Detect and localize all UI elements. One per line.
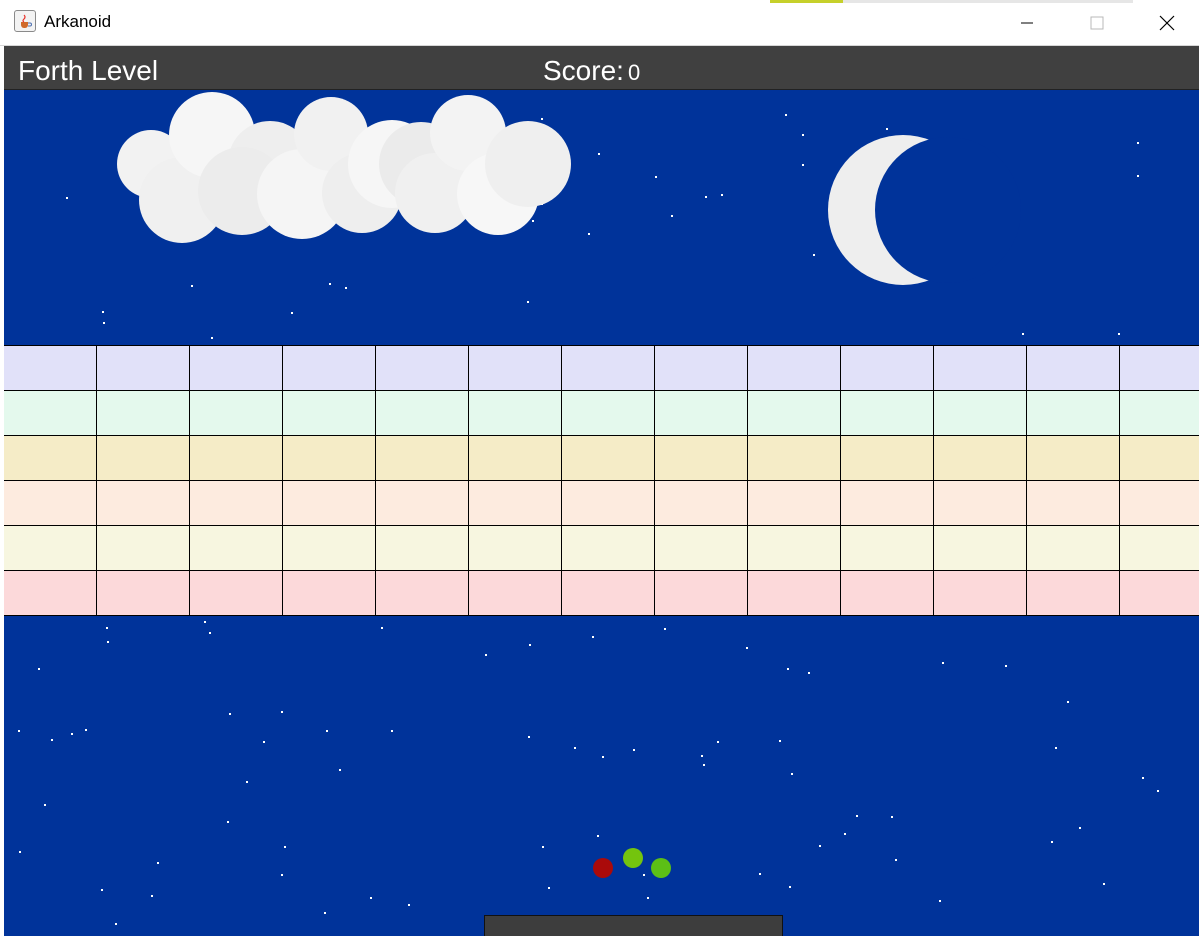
title-accent-bar (770, 0, 843, 3)
score-display: Score: 0 (543, 55, 640, 87)
balls-layer (593, 848, 671, 878)
paddle[interactable] (484, 915, 783, 936)
minimize-icon (1021, 22, 1033, 24)
hud-bar: Forth Level Score: 0 (4, 46, 1199, 90)
ball-green-2 (651, 858, 671, 878)
java-cup-icon[interactable] (14, 10, 36, 32)
ball-green (623, 848, 643, 868)
window-title-bar: Arkanoid (0, 0, 1199, 46)
close-button[interactable] (1138, 0, 1196, 46)
maximize-icon (1090, 16, 1104, 30)
minimize-button[interactable] (998, 0, 1056, 46)
window-title: Arkanoid (44, 12, 112, 31)
score-value: 0 (627, 60, 641, 85)
ball-red (593, 858, 613, 878)
close-icon (1159, 15, 1175, 31)
level-name: Forth Level (18, 55, 159, 86)
maximize-button[interactable] (1068, 0, 1126, 46)
score-label: Score: (543, 55, 624, 86)
game-canvas[interactable]: Forth Level Score: 0 (4, 46, 1199, 936)
